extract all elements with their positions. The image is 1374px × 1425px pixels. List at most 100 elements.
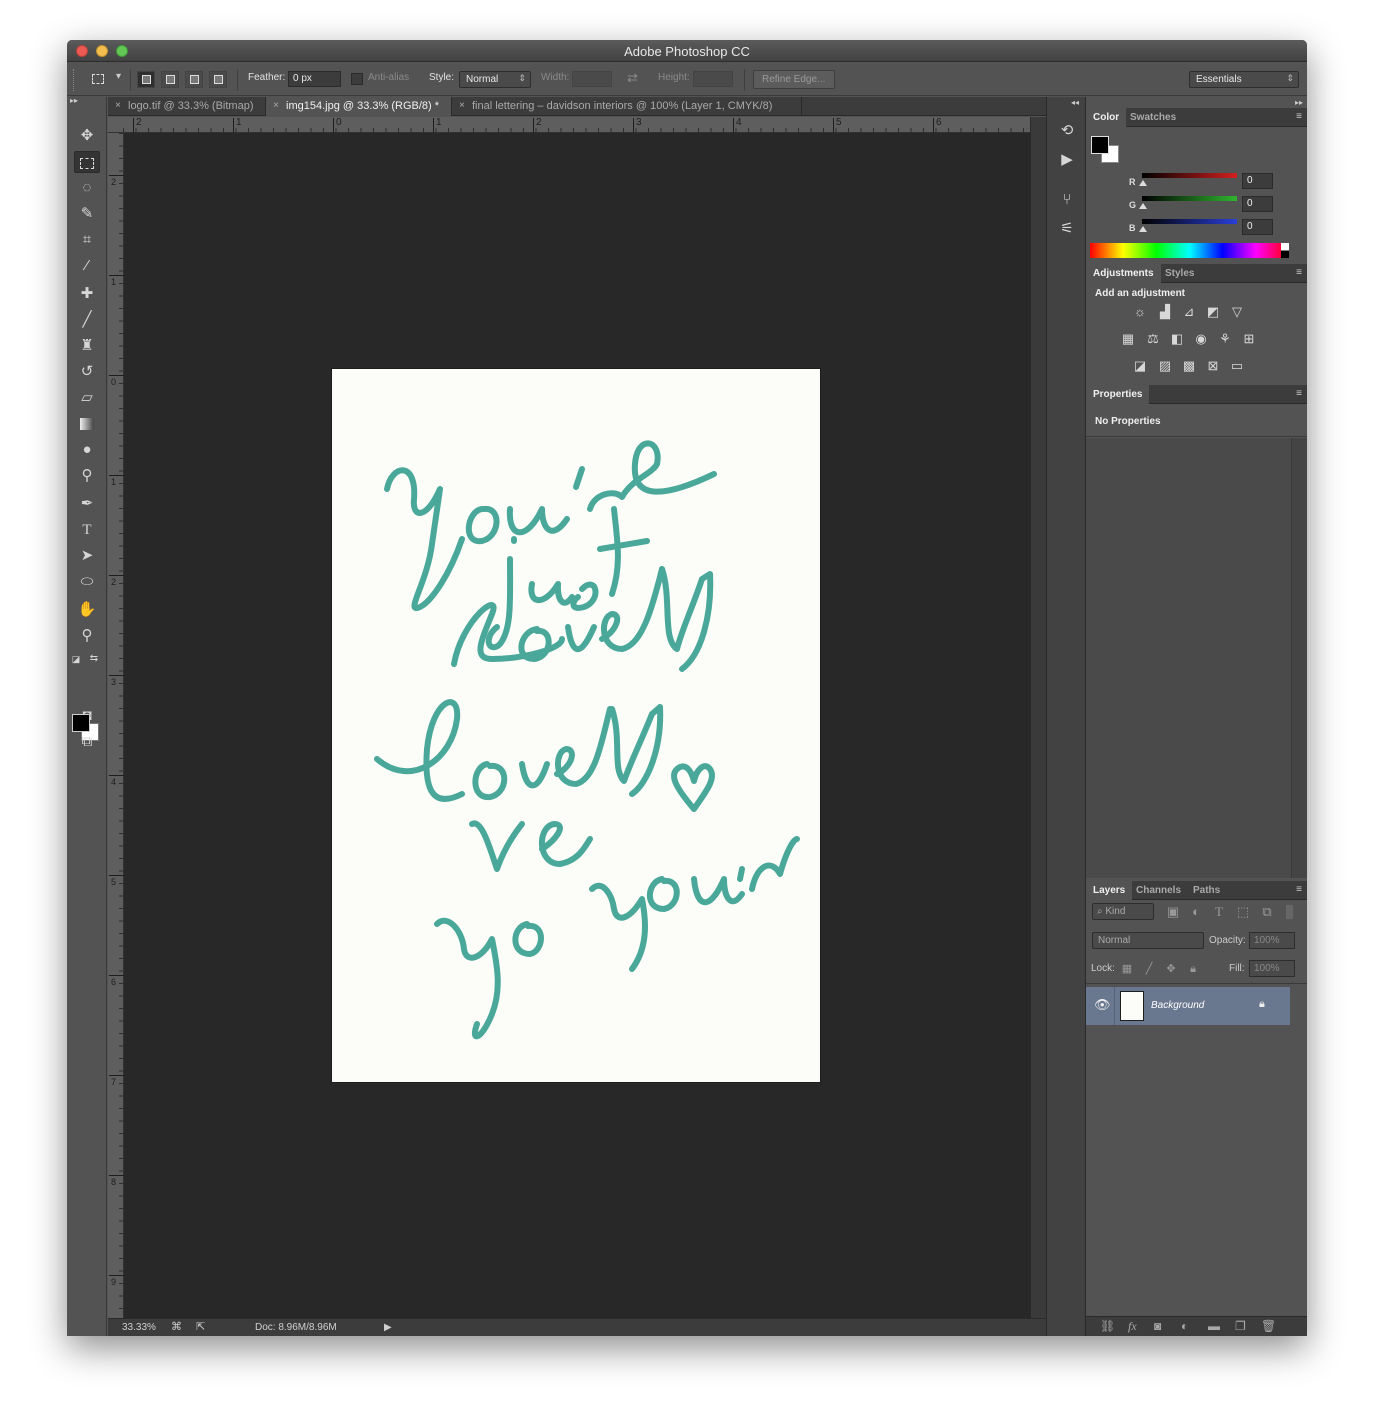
tool-presets-panel-icon[interactable]: ⚟ <box>1056 218 1078 240</box>
lasso-tool-icon[interactable]: ◌ <box>74 177 100 199</box>
close-tab-icon[interactable]: × <box>459 100 465 111</box>
invert-icon[interactable]: ◪ <box>1131 358 1149 374</box>
rectangular-marquee-tool-icon[interactable] <box>74 151 100 173</box>
options-bar-grip[interactable] <box>73 69 75 91</box>
ellipse-tool-icon[interactable]: ⬭ <box>74 571 100 593</box>
eyedropper-tool-icon[interactable]: ⁄ <box>74 255 100 277</box>
panel-menu-icon[interactable]: ≡ <box>1296 267 1302 278</box>
link-layers-icon[interactable]: ⛓ <box>1100 1319 1115 1333</box>
history-panel-icon[interactable]: ⟲ <box>1056 120 1078 142</box>
style-select[interactable]: Normal <box>459 71 531 88</box>
ruler-origin[interactable] <box>108 117 124 133</box>
channel-g-input[interactable]: 0 <box>1242 196 1273 212</box>
tab-swatches[interactable]: Swatches <box>1123 108 1183 127</box>
pixel-layer-filter-icon[interactable]: ▣ <box>1164 904 1182 920</box>
layer-name[interactable]: Background <box>1151 1000 1204 1011</box>
tab-final-lettering[interactable]: × final lettering – davidson interiors @… <box>452 97 802 116</box>
lock-all-icon[interactable]: 🔒︎ <box>1184 961 1202 977</box>
dodge-tool-icon[interactable]: ⚲ <box>74 465 100 487</box>
channel-r-slider[interactable] <box>1142 173 1237 178</box>
tab-adjustments[interactable]: Adjustments <box>1086 264 1161 283</box>
adjustment-layer-filter-icon[interactable]: ◐ <box>1187 904 1205 920</box>
vibrance-icon[interactable]: ▽ <box>1228 304 1246 320</box>
posterize-icon[interactable]: ▨ <box>1156 358 1174 374</box>
blend-mode-select[interactable]: Normal <box>1092 932 1204 949</box>
preset-dropdown-arrow-icon[interactable]: ▾ <box>116 71 121 82</box>
height-input[interactable] <box>693 71 733 87</box>
properties-scrollbar[interactable] <box>1291 438 1307 878</box>
swap-dimensions-icon[interactable]: ⇄ <box>627 70 638 86</box>
panels-expand-icon[interactable]: ▸▸ <box>1295 98 1303 107</box>
intersect-selection-icon[interactable] <box>209 71 227 88</box>
clone-stamp-tool-icon[interactable]: ♜ <box>74 335 100 357</box>
brightness-contrast-icon[interactable]: ☼ <box>1131 304 1149 320</box>
delete-layer-icon[interactable]: 🗑︎ <box>1261 1319 1276 1333</box>
panel-menu-icon[interactable]: ≡ <box>1296 111 1302 122</box>
brush-presets-panel-icon[interactable]: ⑂ <box>1056 189 1078 211</box>
tab-img154-jpg[interactable]: × img154.jpg @ 33.3% (RGB/8) * <box>266 97 452 116</box>
close-tab-icon[interactable]: × <box>273 100 279 111</box>
status-view-icon[interactable]: ⌘ <box>171 1320 182 1333</box>
eye-icon[interactable]: 👁︎ <box>1094 997 1111 1013</box>
refine-edge-button[interactable]: Refine Edge... <box>753 70 835 89</box>
blur-tool-icon[interactable]: ● <box>74 439 100 461</box>
move-tool-icon[interactable]: ✥ <box>74 125 100 147</box>
channel-g-thumb[interactable] <box>1139 203 1147 209</box>
exposure-icon[interactable]: ◩ <box>1204 304 1222 320</box>
feather-input[interactable]: 0 px <box>288 71 341 87</box>
screen-mode-icon[interactable]: ⧉ <box>74 731 100 753</box>
tools-collapse-icon[interactable]: ▸▸ <box>67 97 106 107</box>
eraser-tool-icon[interactable]: ▱ <box>74 387 100 409</box>
healing-brush-tool-icon[interactable]: ✚ <box>74 283 100 305</box>
channel-b-slider[interactable] <box>1142 219 1237 224</box>
tab-styles[interactable]: Styles <box>1158 264 1201 283</box>
fill-input[interactable]: 100% <box>1249 960 1295 977</box>
photo-filter-icon[interactable]: ◉ <box>1192 331 1210 347</box>
lock-image-pixels-icon[interactable]: ╱ <box>1140 961 1158 977</box>
quick-selection-tool-icon[interactable]: ✎ <box>74 203 100 225</box>
status-menu-arrow-icon[interactable]: ▶ <box>384 1322 392 1333</box>
tab-channels[interactable]: Channels <box>1129 881 1188 900</box>
threshold-icon[interactable]: ▩ <box>1180 358 1198 374</box>
tab-layers[interactable]: Layers <box>1086 881 1133 900</box>
brush-tool-icon[interactable]: ╱ <box>74 309 100 331</box>
new-adjustment-layer-icon[interactable]: ◐ <box>1181 1319 1188 1333</box>
canvas-vertical-scrollbar[interactable] <box>1030 117 1046 1318</box>
dock-collapse-icon[interactable]: ◂◂ <box>1071 98 1079 107</box>
panel-menu-icon[interactable]: ≡ <box>1296 884 1302 895</box>
lock-position-icon[interactable]: ✥ <box>1162 961 1180 977</box>
gradient-tool-icon[interactable] <box>74 413 100 435</box>
selective-color-icon[interactable]: ⊠ <box>1204 358 1222 374</box>
channel-b-input[interactable]: 0 <box>1242 219 1273 235</box>
channel-mixer-icon[interactable]: ⚘ <box>1216 331 1234 347</box>
gradient-map-icon[interactable]: ▭ <box>1228 358 1246 374</box>
type-layer-filter-icon[interactable]: T <box>1210 904 1228 920</box>
history-brush-tool-icon[interactable]: ↺ <box>74 361 100 383</box>
canvas-area[interactable] <box>124 133 1030 1318</box>
tab-logo-tif[interactable]: × logo.tif @ 33.3% (Bitmap) <box>108 97 266 116</box>
width-input[interactable] <box>572 71 612 87</box>
smart-object-filter-icon[interactable]: ⧉ <box>1258 904 1276 920</box>
layer-row-background[interactable]: 👁︎ Background 🔒︎ <box>1086 987 1290 1025</box>
curves-icon[interactable]: ⊿ <box>1180 304 1198 320</box>
hue-saturation-icon[interactable]: ▦ <box>1119 331 1137 347</box>
default-colors-icon[interactable]: ◪ <box>69 653 83 665</box>
add-to-selection-icon[interactable] <box>161 71 179 88</box>
shape-layer-filter-icon[interactable]: ⬚ <box>1234 904 1252 920</box>
close-tab-icon[interactable]: × <box>115 100 121 111</box>
panel-menu-icon[interactable]: ≡ <box>1296 388 1302 399</box>
foreground-color-swatch[interactable] <box>72 714 90 732</box>
zoom-level[interactable]: 33.33% <box>122 1322 156 1333</box>
filter-toggle[interactable] <box>1286 905 1293 919</box>
levels-icon[interactable]: ▟ <box>1156 304 1174 320</box>
vertical-ruler[interactable]: 2 1 0 1 2 3 4 5 6 7 8 9 <box>108 133 124 1318</box>
type-tool-icon[interactable]: T <box>74 519 100 541</box>
tab-color[interactable]: Color <box>1086 108 1127 127</box>
subtract-from-selection-icon[interactable] <box>185 71 203 88</box>
layer-filter-select[interactable]: ⌕ Kind <box>1092 903 1154 920</box>
crop-tool-icon[interactable]: ⌗ <box>74 229 100 251</box>
opacity-input[interactable]: 100% <box>1249 932 1295 949</box>
pen-tool-icon[interactable]: ✒ <box>74 493 100 515</box>
lock-transparent-pixels-icon[interactable]: ▦ <box>1118 961 1136 977</box>
swap-colors-icon[interactable]: ⇆ <box>87 653 101 665</box>
